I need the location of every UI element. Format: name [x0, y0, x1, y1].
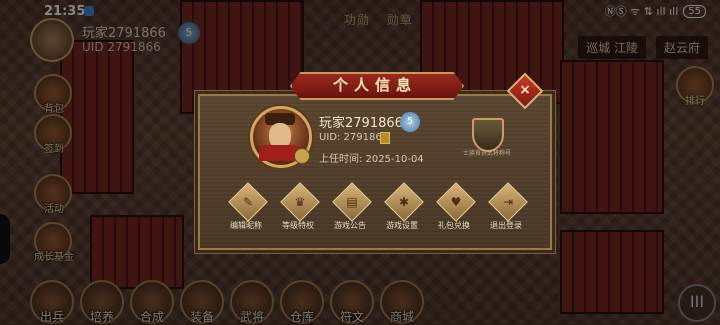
crown-icon: ♛ — [280, 182, 320, 222]
game-settings-button[interactable]: ✱ 游戏设置 — [376, 182, 428, 234]
gift-glyph: ♥ — [450, 195, 462, 209]
notice-icon: ▤ — [332, 182, 372, 222]
edit-nickname-button[interactable]: ✎ 编辑昵称 — [220, 182, 272, 234]
logout-button[interactable]: ⇥ 退出登录 — [480, 182, 532, 234]
gift-icon: ♥ — [436, 182, 476, 222]
gear-glyph: ✱ — [398, 195, 410, 209]
gear-icon: ✱ — [384, 182, 424, 222]
vip-level-icon: 5 — [400, 112, 420, 132]
dialog-player-name: 玩家2791866 — [319, 116, 403, 131]
dialog-player-uid: UID: 2791866 — [319, 132, 389, 143]
gift-redeem-button[interactable]: ♥ 礼包兑换 — [428, 182, 480, 234]
logout-label: 退出登录 — [490, 221, 522, 230]
game-announcement-button[interactable]: ▤ 游戏公告 — [324, 182, 376, 234]
notice-glyph: ▤ — [346, 195, 358, 209]
dialog-title: 个人信息 — [332, 76, 417, 94]
dialog-start-time: 上任时间: 2025-10-04 — [319, 154, 424, 165]
brush-glyph: ✎ — [242, 195, 254, 209]
logout-icon: ⇥ — [488, 182, 528, 222]
change-avatar-icon[interactable] — [294, 148, 310, 164]
title-emblem-label: 士族官员武将称号 — [462, 150, 511, 157]
logout-glyph: ⇥ — [502, 195, 514, 209]
level-privileges-label: 等级特权 — [282, 221, 314, 230]
level-privileges-button[interactable]: ♛ 等级特权 — [272, 182, 324, 234]
dialog-actions: ✎ 编辑昵称 ♛ 等级特权 ▤ 游戏公告 ✱ 游戏设置 ♥ 礼包兑换 ⇥ 退出登… — [220, 182, 532, 234]
brush-icon: ✎ — [228, 182, 268, 222]
crown-glyph: ♛ — [294, 195, 306, 209]
game-settings-label: 游戏设置 — [386, 221, 418, 230]
copy-uid-icon[interactable] — [380, 132, 390, 144]
close-icon: × — [519, 82, 531, 98]
gift-redeem-label: 礼包兑换 — [438, 221, 470, 230]
game-announcement-label: 游戏公告 — [334, 221, 366, 230]
title-emblem-icon[interactable] — [472, 118, 504, 152]
edit-nickname-label: 编辑昵称 — [230, 221, 262, 230]
